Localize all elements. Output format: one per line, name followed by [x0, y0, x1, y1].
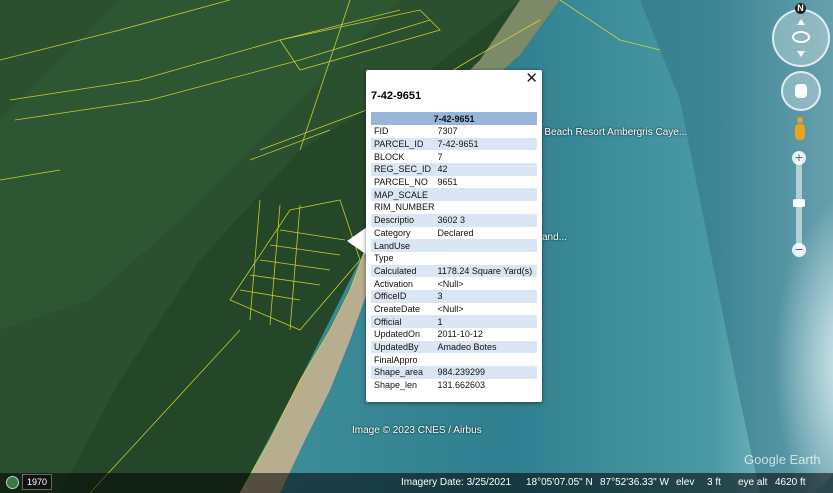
attribute-value: <Null>: [434, 302, 537, 316]
attribute-field: Activation: [371, 277, 435, 290]
elevation-value: 3 ft: [707, 477, 721, 488]
attribute-value: 7-42-9651: [434, 137, 537, 151]
look-control[interactable]: [772, 9, 830, 67]
place-label-resort[interactable]: e Beach Resort Ambergris Caye...: [536, 127, 687, 138]
zoom-out-button[interactable]: −: [792, 243, 806, 257]
attribute-row: RIM_NUMBER: [371, 201, 537, 214]
attribute-field: Calculated: [371, 264, 435, 278]
attribute-value: [434, 188, 537, 202]
attribute-value: 2011-10-12: [434, 328, 537, 341]
attribute-field: Type: [371, 251, 435, 265]
attribute-row: REG_SEC_ID 42: [371, 163, 537, 176]
attribute-row: Activation <Null>: [371, 277, 537, 290]
attribute-field: UpdatedOn: [371, 328, 435, 341]
attribute-field: Shape_area: [371, 366, 435, 379]
attribute-field: RIM_NUMBER: [371, 201, 435, 214]
attribute-value: [434, 353, 537, 367]
attribute-row: FinalAppro: [371, 353, 537, 367]
attribute-field: PARCEL_ID: [371, 137, 435, 151]
attribute-value: 1: [434, 315, 537, 328]
attribute-field: Descriptio: [371, 213, 435, 227]
close-icon[interactable]: ✕: [525, 71, 538, 86]
attribute-row: UpdatedBy Amadeo Botes: [371, 340, 537, 354]
elevation-label: elev: [676, 477, 695, 488]
attribute-row: Shape_area 984.239299: [371, 366, 537, 379]
attribute-row: CreateDate <Null>: [371, 302, 537, 316]
look-up-arrow-icon[interactable]: [797, 19, 805, 25]
zoom-in-button[interactable]: +: [792, 151, 806, 165]
attribute-value: [434, 251, 537, 265]
street-view-pegman-icon[interactable]: [794, 117, 806, 143]
attribute-field: OfficeID: [371, 289, 435, 303]
attribute-row: Official 1: [371, 315, 537, 328]
attribute-row: Descriptio 3602 3: [371, 213, 537, 227]
attribute-field: LandUse: [371, 239, 435, 252]
attribute-row: Category Declared: [371, 226, 537, 240]
historical-year-box[interactable]: 1970: [22, 474, 52, 490]
eye-alt-label: eye alt: [738, 477, 768, 488]
attribute-row: LandUse: [371, 239, 537, 252]
attribute-row: PARCEL_ID 7-42-9651: [371, 137, 537, 151]
attribute-value: Amadeo Botes: [434, 340, 537, 354]
attribute-row: OfficeID 3: [371, 289, 537, 303]
attribute-field: Category: [371, 226, 435, 240]
attribute-value: [434, 239, 537, 252]
attribute-field: CreateDate: [371, 302, 435, 316]
move-control[interactable]: [781, 71, 821, 111]
attribute-value: 7307: [434, 125, 537, 138]
attribute-field: FinalAppro: [371, 353, 435, 367]
attribute-row: UpdatedOn 2011-10-12: [371, 328, 537, 341]
parcel-info-balloon: ✕ 7-42-9651 7-42-9651 FID 7307 PARCEL_ID 7-…: [366, 70, 542, 402]
attribute-table-header: 7-42-9651: [371, 112, 537, 125]
attribute-field: PARCEL_NO: [371, 175, 435, 189]
north-indicator[interactable]: N: [795, 3, 806, 14]
google-earth-logo: Google Earth: [744, 452, 821, 467]
attribute-row: Calculated 1178.24 Square Yard(s): [371, 264, 537, 278]
eye-alt-value: 4620 ft: [775, 477, 806, 488]
attribute-value: 984.239299: [434, 366, 537, 379]
zoom-slider-handle[interactable]: [793, 199, 805, 207]
attribute-value: 131.662603: [434, 378, 537, 392]
status-bar: Imagery Date: 3/25/2021 18°05'07.05" N 8…: [0, 473, 833, 493]
longitude-readout: 87°52'36.33" W: [600, 477, 669, 488]
attribute-row: FID 7307: [371, 125, 537, 138]
attribute-value: 3: [434, 289, 537, 303]
attribute-field: Shape_len: [371, 378, 435, 392]
imagery-credit: Image © 2023 CNES / Airbus: [352, 425, 482, 436]
attribute-row: MAP_SCALE: [371, 188, 537, 202]
balloon-title: 7-42-9651: [371, 90, 422, 102]
look-down-arrow-icon[interactable]: [797, 51, 805, 57]
attribute-value: Declared: [434, 226, 537, 240]
attribute-value: 42: [434, 163, 537, 176]
attribute-row: Type: [371, 251, 537, 265]
place-label-land[interactable]: and...: [542, 232, 567, 243]
attribute-row: PARCEL_NO 9651: [371, 175, 537, 189]
attribute-value: 7: [434, 150, 537, 164]
attribute-value: 3602 3: [434, 213, 537, 227]
latitude-readout: 18°05'07.05" N: [526, 477, 593, 488]
attribute-row: BLOCK 7: [371, 150, 537, 164]
imagery-date: Imagery Date: 3/25/2021: [401, 477, 512, 488]
balloon-pointer: [347, 227, 367, 255]
eye-icon: [792, 31, 810, 43]
attribute-table: 7-42-9651 FID 7307 PARCEL_ID 7-42-9651 BLOCK…: [371, 112, 537, 392]
attribute-field: Official: [371, 315, 435, 328]
attribute-row: Shape_len 131.662603: [371, 378, 537, 392]
attribute-value: [434, 201, 537, 214]
attribute-value: 9651: [434, 175, 537, 189]
historical-imagery-icon[interactable]: [6, 476, 19, 489]
attribute-field: BLOCK: [371, 150, 435, 164]
attribute-field: REG_SEC_ID: [371, 163, 435, 176]
attribute-value: <Null>: [434, 277, 537, 290]
attribute-field: MAP_SCALE: [371, 188, 435, 202]
attribute-field: FID: [371, 125, 435, 138]
attribute-value: 1178.24 Square Yard(s): [434, 264, 537, 278]
hand-icon: [795, 84, 807, 98]
attribute-field: UpdatedBy: [371, 340, 435, 354]
